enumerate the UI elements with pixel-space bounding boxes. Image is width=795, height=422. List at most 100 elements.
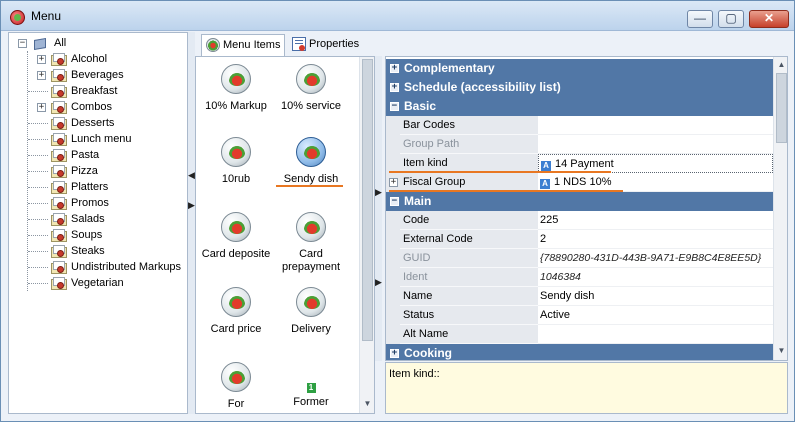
expand-right-icon[interactable]: ▶ <box>188 200 195 211</box>
property-grid[interactable]: + Complementary + Schedule (accessibilit… <box>385 56 788 361</box>
category-schedule[interactable]: + Schedule (accessibility list) <box>386 78 773 97</box>
prop-bar-codes[interactable]: Bar Codes <box>386 116 773 135</box>
tab-menu-items[interactable]: Menu Items <box>201 34 285 56</box>
maximize-button[interactable]: ▢ <box>718 10 744 28</box>
tree-splitter[interactable]: ◀ ▶ <box>188 32 195 414</box>
prop-guid[interactable]: GUID {78890280-431D-443B-9A71-E9B8C4E8EE… <box>386 249 773 268</box>
prop-external-code[interactable]: External Code 2 <box>386 230 773 249</box>
folder-icon <box>51 276 68 291</box>
prop-name: Status <box>400 306 538 325</box>
expand-icon[interactable]: + <box>37 71 46 80</box>
tree-node-desserts[interactable]: Desserts <box>28 116 187 132</box>
prop-value[interactable]: 2 <box>538 230 773 249</box>
prop-group-path[interactable]: Group Path <box>386 135 773 154</box>
tree-node-label: Soups <box>71 229 103 241</box>
description-panel: Item kind:: <box>385 362 788 414</box>
prop-code[interactable]: Code 225 <box>386 211 773 230</box>
prop-ident[interactable]: Ident 1046384 <box>386 268 773 287</box>
dish-icon <box>221 137 251 167</box>
category-tree[interactable]: − All + Alcohol + Beverages Breakfast + … <box>8 32 188 414</box>
item-badge: 1 <box>306 383 316 393</box>
menu-item-card-deposite[interactable]: Card deposite <box>196 212 276 261</box>
scroll-down-icon[interactable]: ▼ <box>360 399 374 408</box>
collapse-left-icon[interactable]: ◀ <box>188 170 195 181</box>
tree-node-vegetarian[interactable]: Vegetarian <box>28 276 187 292</box>
prop-value[interactable]: Active <box>538 306 773 325</box>
menu-item-card-prepayment[interactable]: Card prepayment <box>271 212 351 274</box>
expand-icon[interactable]: + <box>390 83 399 92</box>
expand-icon[interactable]: + <box>37 55 46 64</box>
collapse-icon[interactable]: − <box>390 197 399 206</box>
expand-icon[interactable]: + <box>390 64 399 73</box>
prop-name-field[interactable]: Name Sendy dish <box>386 287 773 306</box>
props-scrollbar[interactable]: ▲ ▼ <box>773 57 787 360</box>
expand-icon[interactable]: + <box>389 178 398 187</box>
tree-node-steaks[interactable]: Steaks <box>28 244 187 260</box>
menu-item-card-price[interactable]: Card price <box>196 287 276 336</box>
tree-node-soups[interactable]: Soups <box>28 228 187 244</box>
folder-icon <box>51 132 68 147</box>
category-complementary[interactable]: + Complementary <box>386 59 773 78</box>
expand-right-icon[interactable]: ▶ <box>375 187 382 198</box>
tree-node-undistributed-markups[interactable]: Undistributed Markups <box>28 260 187 276</box>
props-splitter[interactable]: ▶ ▶ <box>375 56 382 361</box>
minimize-button[interactable]: — <box>687 10 713 28</box>
prop-value[interactable]: Sendy dish <box>538 287 773 306</box>
menu-window: Menu — ▢ ✕ − All + Alcohol + Beverages B… <box>0 0 795 422</box>
tab-properties[interactable]: Properties <box>288 34 364 56</box>
tree-node-beverages[interactable]: + Beverages <box>37 68 187 84</box>
catalog-icon <box>32 36 48 51</box>
dish-icon <box>296 212 326 242</box>
tree-node-promos[interactable]: Promos <box>28 196 187 212</box>
prop-value[interactable]: 225 <box>538 211 773 230</box>
menu-item-sendy-dish[interactable]: Sendy dish <box>271 137 351 186</box>
menu-item-10rub[interactable]: 10rub <box>196 137 276 186</box>
menu-item-delivery[interactable]: Delivery <box>271 287 351 336</box>
expand-right-icon[interactable]: ▶ <box>375 277 382 288</box>
category-label: Complementary <box>404 61 495 75</box>
tree-node-lunch-menu[interactable]: Lunch menu <box>28 132 187 148</box>
scroll-up-icon[interactable]: ▲ <box>774 60 787 69</box>
title-bar[interactable]: Menu — ▢ ✕ <box>1 1 794 31</box>
expand-icon[interactable]: + <box>390 349 399 358</box>
scroll-thumb[interactable] <box>776 73 787 143</box>
menu-item-for[interactable]: For <box>196 362 276 411</box>
scroll-thumb[interactable] <box>362 59 373 341</box>
tree-node-label: Salads <box>71 213 105 225</box>
scroll-down-icon[interactable]: ▼ <box>774 346 787 355</box>
tree-node-all[interactable]: − All <box>18 36 178 52</box>
tree-node-label: Promos <box>71 197 109 209</box>
prop-value[interactable] <box>538 116 773 135</box>
highlight-underline <box>276 185 343 187</box>
dish-icon <box>221 212 251 242</box>
expand-icon[interactable]: + <box>37 103 46 112</box>
prop-status[interactable]: Status Active <box>386 306 773 325</box>
prop-value[interactable] <box>538 325 773 344</box>
prop-name: GUID <box>400 249 538 268</box>
menu-item-label: Card price <box>210 323 262 335</box>
tree-node-pasta[interactable]: Pasta <box>28 148 187 164</box>
category-cooking[interactable]: + Cooking <box>386 344 773 360</box>
menu-item-label: 10rub <box>221 173 251 185</box>
prop-name: External Code <box>400 230 538 249</box>
dish-icon <box>221 64 251 94</box>
prop-alt-name[interactable]: Alt Name <box>386 325 773 344</box>
items-scrollbar[interactable]: ▼ <box>359 57 374 413</box>
tree-node-alcohol[interactable]: + Alcohol <box>37 52 187 68</box>
menu-items-panel[interactable]: 10% Markup 10% service 10rub Sendy dish … <box>195 56 375 414</box>
tree-node-breakfast[interactable]: Breakfast <box>28 84 187 100</box>
category-basic[interactable]: − Basic <box>386 97 773 116</box>
dish-icon <box>296 137 326 167</box>
tree-node-combos[interactable]: + Combos <box>37 100 187 116</box>
menu-item-label: Delivery <box>291 323 331 335</box>
collapse-icon[interactable]: − <box>18 39 27 48</box>
menu-item-10-service[interactable]: 10% service <box>271 64 351 113</box>
close-button[interactable]: ✕ <box>749 10 789 28</box>
category-main[interactable]: − Main <box>386 192 773 211</box>
menu-item-former[interactable]: 1 Former <box>271 383 351 409</box>
tree-node-pizza[interactable]: Pizza <box>28 164 187 180</box>
collapse-icon[interactable]: − <box>390 102 399 111</box>
tree-node-platters[interactable]: Platters <box>28 180 187 196</box>
menu-item-10-markup[interactable]: 10% Markup <box>196 64 276 113</box>
tree-node-salads[interactable]: Salads <box>28 212 187 228</box>
